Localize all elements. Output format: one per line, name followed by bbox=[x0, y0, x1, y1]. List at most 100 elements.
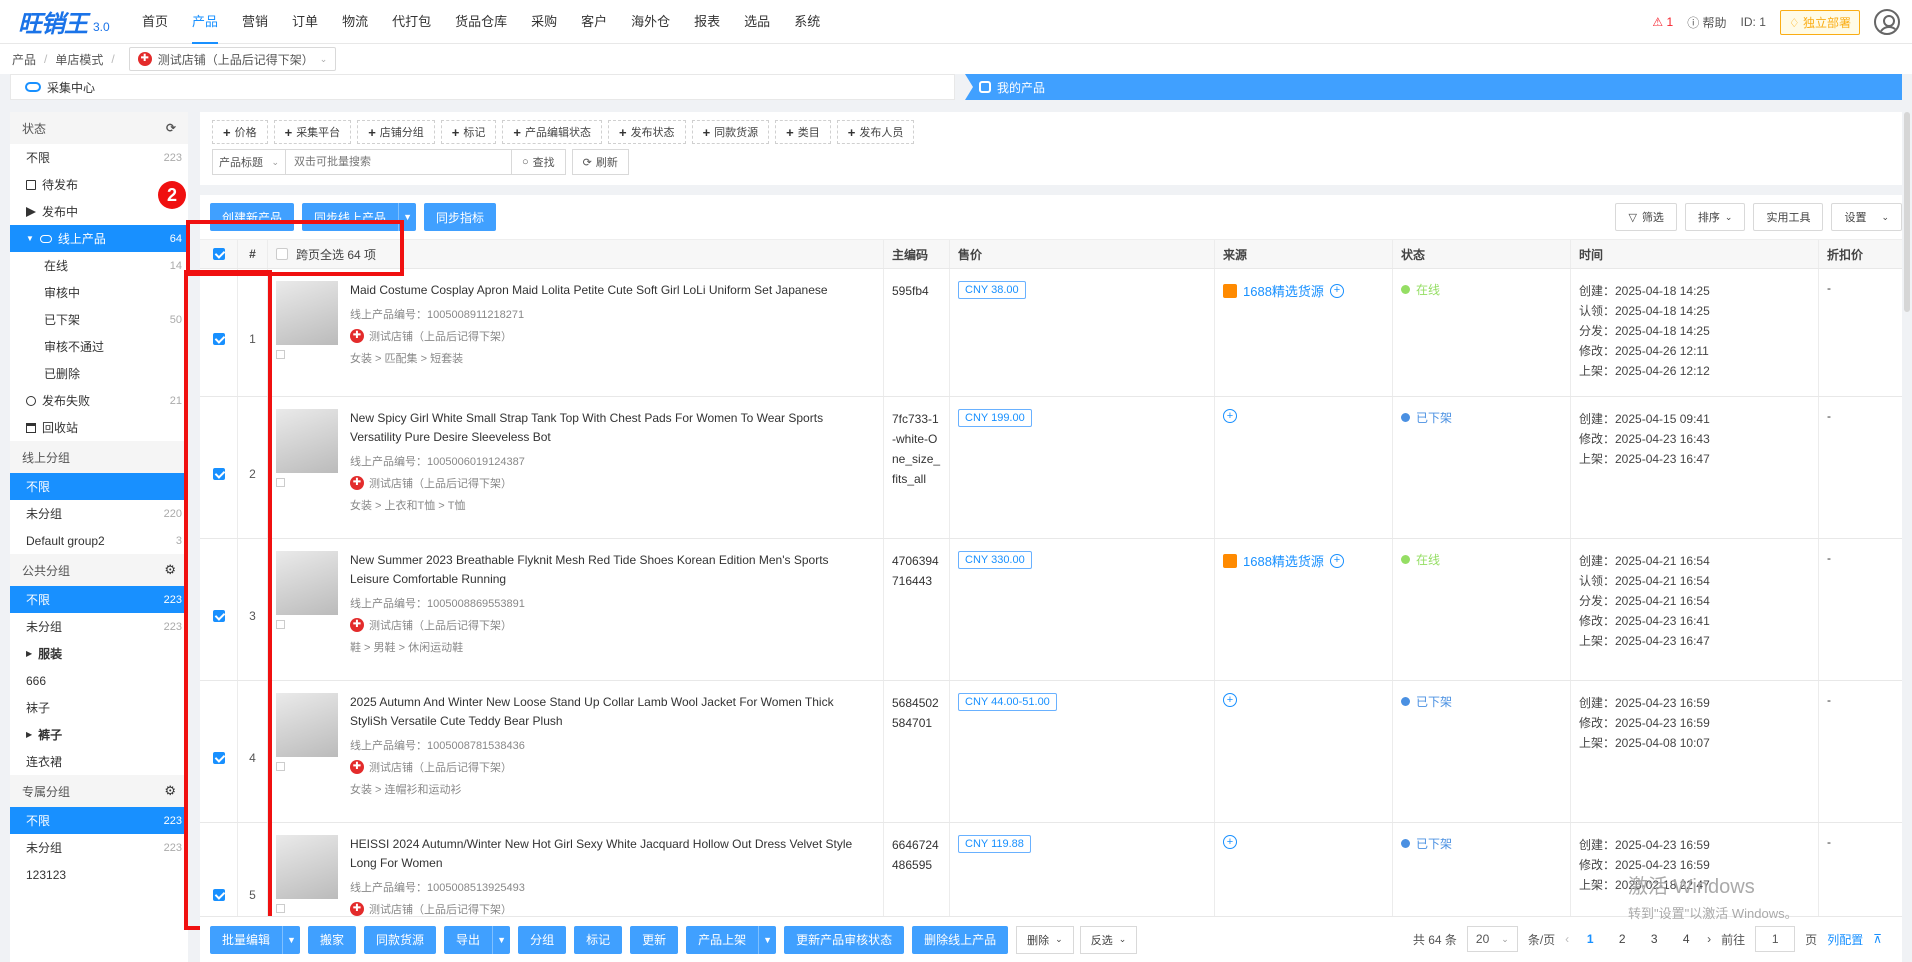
bulk-action-button[interactable]: 同款货源 bbox=[364, 925, 437, 954]
nav-item[interactable]: 海外仓 bbox=[619, 0, 682, 44]
bulk-action-button[interactable]: 删除线上产品 bbox=[912, 925, 1009, 954]
page-number[interactable]: 4 bbox=[1675, 932, 1697, 946]
sidebar-item[interactable]: 不限 223 bbox=[10, 807, 188, 834]
sidebar-item[interactable]: 不限 bbox=[10, 473, 188, 500]
row-checkbox[interactable] bbox=[212, 609, 225, 622]
sidebar-item[interactable]: 已删除 bbox=[10, 360, 188, 387]
add-source-icon[interactable]: + bbox=[1223, 835, 1237, 849]
sidebar-item[interactable]: 已下架 50 bbox=[10, 306, 188, 333]
thumbnail-checkbox[interactable] bbox=[276, 904, 285, 913]
product-title[interactable]: New Spicy Girl White Small Strap Tank To… bbox=[350, 409, 870, 447]
filter-chip[interactable]: + 发布状态 bbox=[607, 120, 686, 144]
product-thumbnail[interactable] bbox=[276, 281, 338, 359]
source-link[interactable]: 1688精选货源 bbox=[1243, 551, 1324, 570]
tab-my-products[interactable]: 我的产品 bbox=[965, 74, 1902, 100]
caret-right-icon[interactable]: ▶ bbox=[26, 730, 32, 739]
nav-item[interactable]: 采购 bbox=[519, 0, 569, 44]
thumbnail-checkbox[interactable] bbox=[276, 350, 285, 359]
filter-button[interactable]: ▽ 筛选 bbox=[1615, 203, 1677, 231]
bulk-action-button[interactable]: 更新产品审核状态 bbox=[784, 925, 905, 954]
back-to-top-icon[interactable]: ⊼ bbox=[1873, 932, 1882, 946]
breadcrumb-mode[interactable]: 单店模式 bbox=[55, 51, 103, 68]
add-source-icon[interactable]: + bbox=[1223, 409, 1237, 423]
sidebar-item[interactable]: ▶ 服装 bbox=[10, 640, 188, 667]
sidebar-item[interactable]: 未分组 223 bbox=[10, 613, 188, 640]
select-page-checkbox[interactable] bbox=[212, 248, 225, 260]
nav-item[interactable]: 首页 bbox=[130, 0, 180, 44]
help-link[interactable]: ⓘ 帮助 bbox=[1687, 14, 1726, 31]
chevron-down-icon[interactable]: ▼ bbox=[758, 925, 777, 954]
nav-item[interactable]: 代打包 bbox=[380, 0, 443, 44]
row-checkbox[interactable] bbox=[212, 751, 225, 764]
chevron-down-icon[interactable]: ▼ bbox=[398, 203, 417, 231]
table-row[interactable]: 3 New Summer 2023 Breathable Flyknit Mesh… bbox=[200, 539, 1902, 681]
alert-indicator[interactable]: ⚠ 1 bbox=[1652, 15, 1673, 29]
refresh-button[interactable]: ⟳ 刷新 bbox=[571, 149, 629, 175]
create-product-button[interactable]: 创建新产品 bbox=[210, 203, 295, 231]
row-checkbox[interactable] bbox=[212, 332, 225, 345]
product-title[interactable]: 2025 Autumn And Winter New Loose Stand U… bbox=[350, 693, 870, 731]
sidebar-item[interactable]: 审核中 bbox=[10, 279, 188, 306]
add-source-icon[interactable]: + bbox=[1329, 553, 1344, 568]
nav-item[interactable]: 系统 bbox=[782, 0, 832, 44]
nav-item[interactable]: 报表 bbox=[682, 0, 732, 44]
sync-online-button[interactable]: 同步线上产品 bbox=[302, 203, 399, 231]
chevron-down-icon[interactable]: ▼ bbox=[492, 925, 511, 954]
nav-item[interactable]: 货品仓库 bbox=[443, 0, 519, 44]
product-thumbnail[interactable] bbox=[276, 551, 338, 629]
filter-chip[interactable]: + 采集平台 bbox=[273, 120, 352, 144]
column-config-link[interactable]: 列配置 bbox=[1827, 931, 1863, 948]
table-row[interactable]: 4 2025 Autumn And Winter New Loose Stand … bbox=[200, 681, 1902, 823]
filter-chip[interactable]: + 产品编辑状态 bbox=[502, 120, 602, 144]
bulk-action-button[interactable]: 分组 bbox=[518, 925, 567, 954]
sidebar-item[interactable]: 123123 bbox=[10, 861, 188, 888]
invert-select-button[interactable]: 反选 ⌄ bbox=[1079, 925, 1138, 954]
caret-right-icon[interactable]: ▶ bbox=[26, 649, 32, 658]
filter-chip[interactable]: + 店铺分组 bbox=[357, 120, 435, 144]
nav-item[interactable]: 产品 bbox=[180, 0, 230, 44]
page-size-select[interactable]: 20 ⌄ bbox=[1466, 926, 1518, 952]
gear-icon[interactable]: ⚙ bbox=[164, 562, 176, 578]
page-number[interactable]: 2 bbox=[1611, 932, 1633, 946]
store-select[interactable]: ✚ 测试店铺（上品后记得下架） ⌄ bbox=[128, 47, 337, 71]
filter-chip[interactable]: + 价格 bbox=[212, 120, 268, 144]
sidebar-item[interactable]: 回收站 bbox=[10, 414, 188, 441]
page-scrollbar[interactable] bbox=[1904, 112, 1910, 312]
sidebar-item[interactable]: 袜子 bbox=[10, 694, 188, 721]
nav-item[interactable]: 物流 bbox=[330, 0, 380, 44]
bulk-action-button[interactable]: 产品上架 bbox=[686, 925, 759, 954]
next-page-icon[interactable]: › bbox=[1707, 932, 1711, 946]
sort-button[interactable]: 排序 ⌄ bbox=[1684, 203, 1746, 231]
product-title[interactable]: HEISSI 2024 Autumn/Winter New Hot Girl S… bbox=[350, 835, 870, 873]
bulk-action-button[interactable]: 批量编辑 bbox=[210, 925, 283, 954]
prev-page-icon[interactable]: ‹ bbox=[1565, 932, 1569, 946]
filter-chip[interactable]: + 标记 bbox=[440, 120, 497, 144]
page-number[interactable]: 1 bbox=[1579, 932, 1601, 946]
table-row[interactable]: 1 Maid Costume Cosplay Apron Maid Lolita … bbox=[200, 269, 1902, 397]
caret-down-icon[interactable]: ▼ bbox=[26, 234, 34, 243]
sidebar-item[interactable]: 不限 223 bbox=[10, 586, 188, 613]
product-title[interactable]: New Summer 2023 Breathable Flyknit Mesh … bbox=[350, 551, 870, 589]
select-all-checkbox[interactable] bbox=[276, 248, 288, 260]
sidebar-item[interactable]: 未分组 220 bbox=[10, 500, 188, 527]
search-button[interactable]: ○ 查找 bbox=[512, 149, 566, 175]
gear-icon[interactable]: ⚙ bbox=[164, 783, 176, 799]
bulk-action-button[interactable]: 导出 bbox=[444, 925, 493, 954]
sidebar-item[interactable]: ▶ 裤子 bbox=[10, 721, 188, 748]
sidebar-item[interactable]: 在线 14 bbox=[10, 252, 188, 279]
sidebar-item[interactable]: 未分组 223 bbox=[10, 834, 188, 861]
add-source-icon[interactable]: + bbox=[1223, 693, 1237, 707]
row-checkbox[interactable] bbox=[212, 888, 225, 901]
logo[interactable]: 旺销王 3.0 bbox=[0, 0, 130, 44]
bulk-action-button[interactable]: 搬家 bbox=[308, 925, 357, 954]
source-link[interactable]: 1688精选货源 bbox=[1243, 281, 1324, 300]
filter-chip[interactable]: + 同款货源 bbox=[691, 120, 770, 144]
sidebar-item[interactable]: ▼ 线上产品 64 bbox=[10, 225, 188, 252]
search-field-select[interactable]: 产品标题 ⌄ bbox=[212, 149, 286, 175]
tab-collect-center[interactable]: 采集中心 bbox=[10, 74, 955, 100]
sidebar-item[interactable]: 发布失败 21 bbox=[10, 387, 188, 414]
thumbnail-checkbox[interactable] bbox=[276, 762, 285, 771]
select-all-pages[interactable]: 跨页全选 64 项 bbox=[276, 246, 376, 263]
nav-item[interactable]: 营销 bbox=[230, 0, 280, 44]
bulk-action-button[interactable]: 标记 bbox=[574, 925, 623, 954]
